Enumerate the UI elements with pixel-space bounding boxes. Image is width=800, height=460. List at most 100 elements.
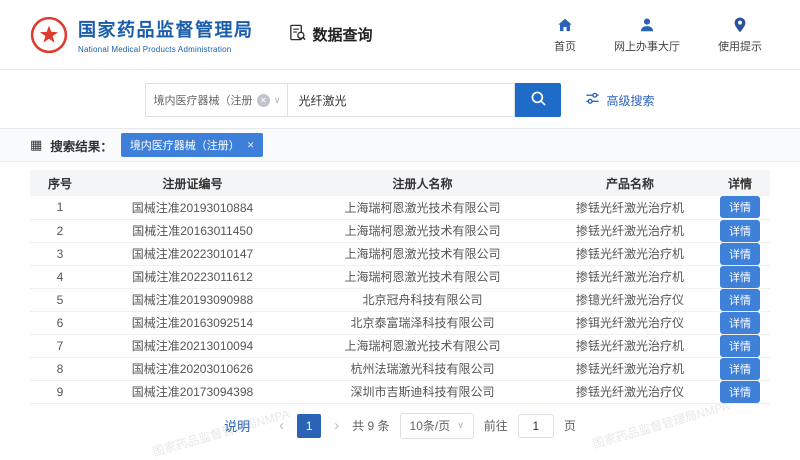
app-title: 数据查询 — [288, 23, 373, 46]
row-index: 8 — [30, 357, 90, 381]
table-row: 2 国械注准20163011450 上海瑞柯恩激光技术有限公司 掺铥光纤激光治疗机 详情 — [30, 219, 770, 243]
table-row: 5 国械注准20193090988 北京冠舟科技有限公司 掺镱光纤激光治疗仪 详情 — [30, 288, 770, 312]
detail-button[interactable]: 详情 — [720, 334, 760, 356]
advanced-search-label: 高级搜索 — [606, 93, 655, 108]
table-row: 4 国械注准20223011612 上海瑞柯恩激光技术有限公司 掺铥光纤激光治疗机 详情 — [30, 265, 770, 289]
table-header-row: 序号 注册证编号 注册人名称 产品名称 详情 — [30, 170, 770, 196]
product-name: 掺铥光纤激光治疗机 — [550, 265, 710, 289]
registrant-name: 上海瑞柯恩激光技术有限公司 — [295, 334, 550, 358]
results-label: 搜索结果： — [50, 139, 113, 154]
registrant-name: 上海瑞柯恩激光技术有限公司 — [295, 196, 550, 220]
brand-text: 国家药品监督管理局 National Medical Products Admi… — [78, 16, 254, 54]
org-name: 国家药品监督管理局 — [78, 19, 254, 40]
table-row: 9 国械注准20173094398 深圳市吉斯迪科技有限公司 掺铥光纤激光治疗仪 详情 — [30, 380, 770, 404]
detail-button[interactable]: 详情 — [720, 219, 760, 241]
detail-button[interactable]: 详情 — [720, 380, 760, 402]
product-name: 掺铥光纤激光治疗仪 — [550, 380, 710, 404]
page-size-select[interactable]: 10条/页 ∨ — [399, 412, 474, 439]
row-index: 5 — [30, 288, 90, 312]
product-name: 掺铥光纤激光治疗机 — [550, 242, 710, 266]
nav-home-label: 首页 — [554, 40, 576, 53]
pin-icon — [731, 16, 749, 34]
detail-button[interactable]: 详情 — [720, 196, 760, 218]
chevron-down-icon: ∨ — [457, 420, 464, 430]
cert-number: 国械注准20163092514 — [90, 311, 295, 335]
app-title-label: 数据查询 — [312, 27, 373, 44]
registrant-name: 北京冠舟科技有限公司 — [295, 288, 550, 312]
brand: 国家药品监督管理局 National Medical Products Admi… — [30, 16, 254, 54]
detail-button[interactable]: 详情 — [720, 288, 760, 310]
search-section: 境内医疗器械（注册） ✕ ∨ 高级搜索 — [0, 70, 800, 128]
category-select[interactable]: 境内医疗器械（注册） ✕ ∨ — [145, 83, 288, 117]
clear-category-icon[interactable]: ✕ — [256, 93, 270, 107]
goto-page-unit: 页 — [563, 419, 576, 433]
results-bar: ▦ 搜索结果： 境内医疗器械（注册） ✕ — [0, 128, 800, 162]
cert-number: 国械注准20213010094 — [90, 334, 295, 358]
home-icon — [556, 16, 574, 34]
registrant-name: 上海瑞柯恩激光技术有限公司 — [295, 242, 550, 266]
detail-button[interactable]: 详情 — [720, 242, 760, 264]
product-name: 掺镱光纤激光治疗仪 — [550, 288, 710, 312]
detail-button[interactable]: 详情 — [720, 357, 760, 379]
total-count: 共 9 条 — [352, 419, 390, 433]
search-icon — [529, 89, 548, 111]
search-button[interactable] — [515, 83, 562, 117]
nav-usage-tips[interactable]: 使用提示 — [718, 16, 762, 54]
detail-button[interactable]: 详情 — [720, 265, 760, 287]
row-index: 9 — [30, 380, 90, 404]
row-index: 1 — [30, 196, 90, 220]
cert-number: 国械注准20193090988 — [90, 288, 295, 312]
cert-number: 国械注准20223010147 — [90, 242, 295, 266]
table-row: 7 国械注准20213010094 上海瑞柯恩激光技术有限公司 掺铥光纤激光治疗机 详情 — [30, 334, 770, 358]
top-bar: 国家药品监督管理局 National Medical Products Admi… — [0, 0, 800, 70]
advanced-search-link[interactable]: 高级搜索 — [585, 91, 655, 109]
table-row: 6 国械注准20163092514 北京泰富瑞泽科技有限公司 掺铒光纤激光治疗仪 详情 — [30, 311, 770, 335]
row-index: 4 — [30, 265, 90, 289]
col-header-registrant: 注册人名称 — [295, 170, 550, 196]
registrant-name: 上海瑞柯恩激光技术有限公司 — [295, 219, 550, 243]
pagination: 说明 ‹ 1 › 共 9 条 10条/页 ∨ 前往 页 — [0, 412, 800, 439]
col-header-index: 序号 — [30, 170, 90, 196]
page-size-value: 10条/页 — [409, 419, 451, 433]
product-name: 掺铥光纤激光治疗机 — [550, 357, 710, 381]
note-link[interactable]: 说明 — [224, 416, 250, 435]
grid-icon: ▦ — [30, 137, 43, 152]
product-name: 掺铥光纤激光治疗机 — [550, 196, 710, 220]
person-icon — [638, 16, 656, 34]
table-row: 1 国械注准20193010884 上海瑞柯恩激光技术有限公司 掺铥光纤激光治疗机 详情 — [30, 196, 770, 220]
product-name: 掺铥光纤激光治疗机 — [550, 219, 710, 243]
cert-number: 国械注准20163011450 — [90, 219, 295, 243]
cert-number: 国械注准20203010626 — [90, 357, 295, 381]
row-index: 3 — [30, 242, 90, 266]
detail-button[interactable]: 详情 — [720, 311, 760, 333]
table-row: 3 国械注准20223010147 上海瑞柯恩激光技术有限公司 掺铥光纤激光治疗机 详情 — [30, 242, 770, 266]
next-page-icon[interactable]: › — [331, 417, 342, 434]
col-header-cert: 注册证编号 — [90, 170, 295, 196]
nav-service-hall[interactable]: 网上办事大厅 — [614, 16, 680, 54]
registrant-name: 深圳市吉斯迪科技有限公司 — [295, 380, 550, 404]
category-select-value: 境内医疗器械（注册） — [153, 95, 253, 107]
nav-service-hall-label: 网上办事大厅 — [614, 40, 680, 53]
page-number-active[interactable]: 1 — [297, 413, 322, 438]
product-name: 掺铒光纤激光治疗仪 — [550, 311, 710, 335]
national-emblem-icon — [30, 16, 68, 54]
filter-tag-label: 境内医疗器械（注册） — [129, 140, 240, 152]
goto-page-input[interactable] — [517, 413, 554, 438]
nav-home[interactable]: 首页 — [554, 16, 576, 54]
results-table-wrap: 序号 注册证编号 注册人名称 产品名称 详情 1 国械注准20193010884 上… — [0, 162, 800, 404]
table-row: 8 国械注准20203010626 杭州法瑞激光科技有限公司 掺铥光纤激光治疗机 详情 — [30, 357, 770, 381]
cert-number: 国械注准20173094398 — [90, 380, 295, 404]
registrant-name: 上海瑞柯恩激光技术有限公司 — [295, 265, 550, 289]
product-name: 掺铥光纤激光治疗机 — [550, 334, 710, 358]
results-table: 序号 注册证编号 注册人名称 产品名称 详情 1 国械注准20193010884 上… — [30, 170, 770, 404]
registrant-name: 北京泰富瑞泽科技有限公司 — [295, 311, 550, 335]
nav-usage-tips-label: 使用提示 — [718, 40, 762, 53]
chevron-down-icon: ∨ — [273, 94, 281, 105]
cert-number: 国械注准20193010884 — [90, 196, 295, 220]
row-index: 6 — [30, 311, 90, 335]
row-index: 2 — [30, 219, 90, 243]
search-input[interactable] — [287, 83, 516, 117]
prev-page-icon[interactable]: ‹ — [276, 417, 287, 434]
remove-filter-icon[interactable]: ✕ — [247, 140, 255, 151]
filter-tag: 境内医疗器械（注册） ✕ — [120, 133, 264, 157]
